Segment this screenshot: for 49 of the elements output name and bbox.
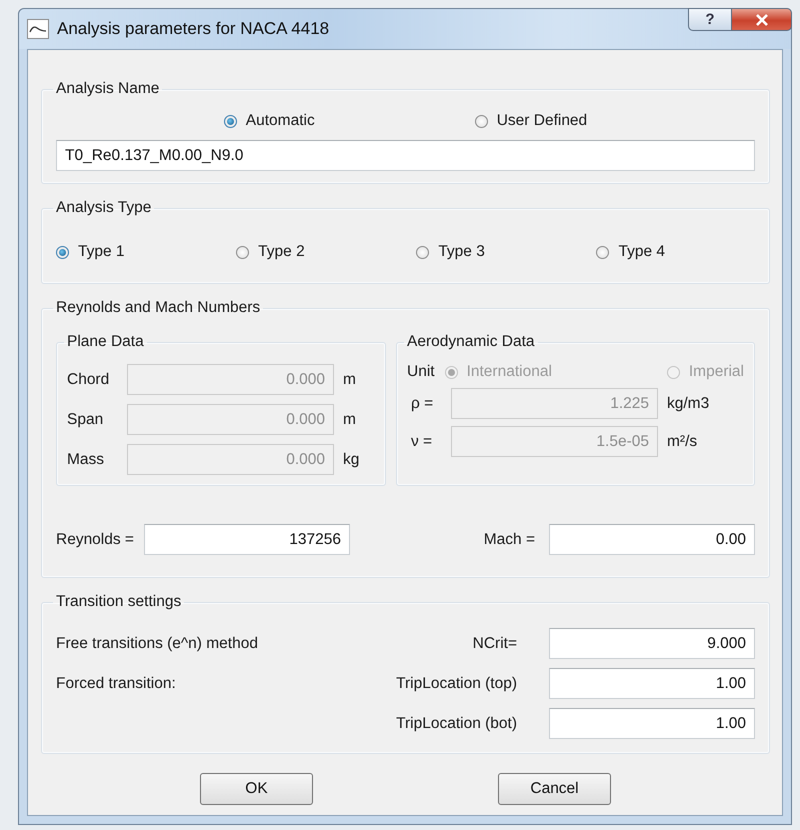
close-icon xyxy=(754,14,768,26)
mach-field[interactable]: 0.00 xyxy=(549,524,755,555)
unit-label: m²/s xyxy=(667,432,698,450)
input-field[interactable]: 9.000 xyxy=(549,628,755,659)
group-title: Aerodynamic Data xyxy=(406,333,536,351)
dialog-button[interactable]: OK xyxy=(200,773,313,805)
field-label: Unit xyxy=(407,363,435,381)
group-title: Plane Data xyxy=(66,333,145,351)
name-field[interactable]: T0_Re0.137_M0.00_N9.0 xyxy=(56,140,755,171)
radio-button[interactable] xyxy=(224,114,237,128)
radio-button[interactable] xyxy=(236,246,250,258)
input-field[interactable]: 1.00 xyxy=(549,668,755,699)
group-title: Analysis Name xyxy=(55,80,160,98)
radio-button[interactable] xyxy=(596,246,610,258)
wing-icon xyxy=(27,19,49,39)
field-label: Span xyxy=(67,410,104,428)
window-title: Analysis parameters for NACA 4418 xyxy=(57,19,330,39)
field-label: Mass xyxy=(67,450,106,468)
radio-label[interactable]: Type 3 xyxy=(438,243,485,261)
field-label: TripLocation (top) xyxy=(396,674,517,692)
field-label: Mach = xyxy=(484,530,535,548)
radio-label[interactable]: Automatic xyxy=(246,112,315,130)
unit-label: m xyxy=(343,410,356,428)
group-title: Reynolds and Mach Numbers xyxy=(55,299,262,317)
dialog-button[interactable]: Cancel xyxy=(498,773,611,805)
unit-label: kg/m3 xyxy=(667,394,710,412)
radio-button[interactable] xyxy=(56,246,69,258)
radio-label[interactable]: Type 4 xyxy=(618,243,665,261)
setting-label: Free transitions (e^n) method xyxy=(56,634,258,652)
radio-button[interactable] xyxy=(474,114,488,128)
field-label: TripLocation (bot) xyxy=(396,714,517,732)
radio-label[interactable]: User Defined xyxy=(496,112,588,130)
radio-label[interactable]: Type 2 xyxy=(258,243,305,261)
radio-label[interactable]: Type 1 xyxy=(78,243,125,261)
close-button[interactable] xyxy=(732,8,792,31)
group-title: Analysis Type xyxy=(55,199,152,217)
input-field[interactable]: 1.00 xyxy=(549,708,755,739)
field-label: Chord xyxy=(67,370,110,388)
radio-button[interactable] xyxy=(416,246,430,258)
field-label: ρ = xyxy=(410,394,434,412)
unit-label: kg xyxy=(343,450,360,468)
field-label: Reynolds = xyxy=(56,530,134,548)
reynolds-field[interactable]: 137256 xyxy=(144,524,350,555)
help-button[interactable]: ? xyxy=(688,8,732,31)
field-label: ν = xyxy=(410,432,434,450)
field-label: NCrit= xyxy=(472,634,517,652)
unit-label: m xyxy=(343,370,356,388)
setting-label: Forced transition: xyxy=(56,674,176,692)
group-title: Transition settings xyxy=(55,593,182,611)
